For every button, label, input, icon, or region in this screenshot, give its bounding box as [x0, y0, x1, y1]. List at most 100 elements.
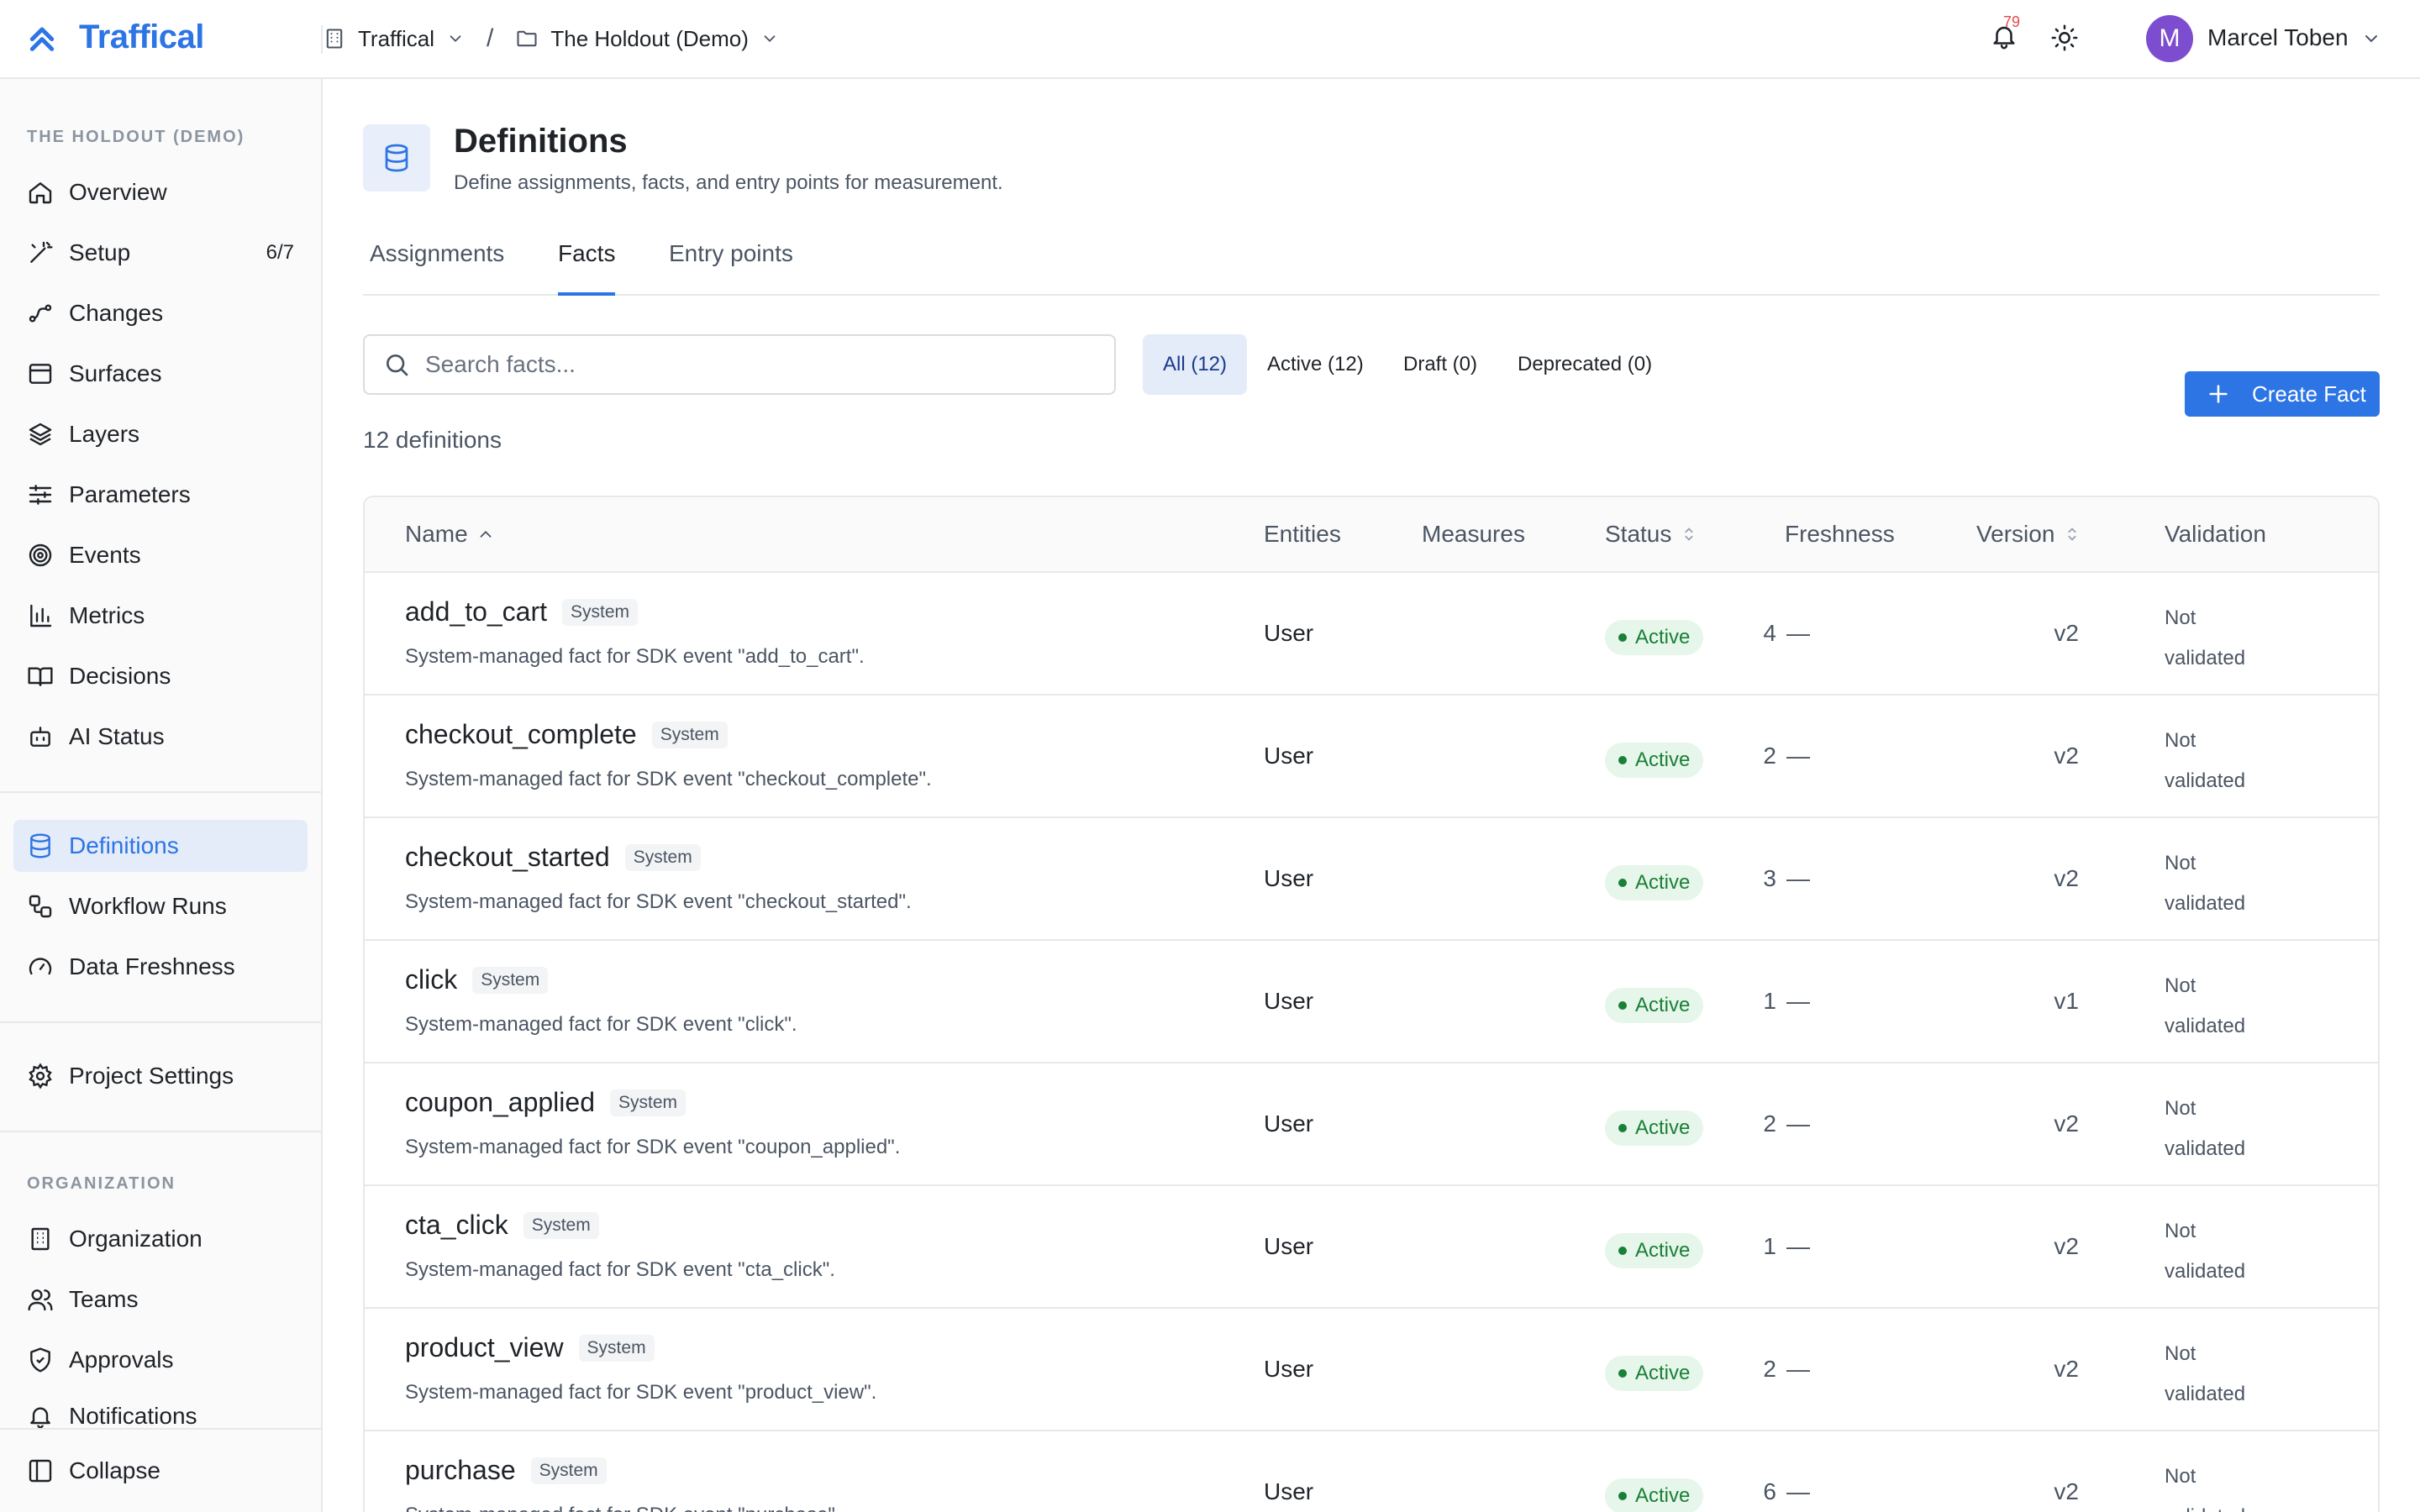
table-row[interactable]: checkout_started System System-managed f…: [365, 818, 2378, 941]
sidebar-item-ai-status[interactable]: AI Status: [13, 711, 308, 763]
chevron-down-icon[interactable]: [2361, 29, 2381, 49]
measures-cell: 1: [1763, 988, 1776, 1014]
theme-toggle-button[interactable]: [2050, 24, 2079, 52]
home-icon: [29, 182, 52, 204]
table-row[interactable]: add_to_cart System System-managed fact f…: [365, 573, 2378, 696]
status-badge: Active: [1605, 1356, 1704, 1391]
sidebar-item-decisions[interactable]: Decisions: [13, 650, 308, 702]
brand[interactable]: Traffical: [25, 18, 204, 56]
filter-draft[interactable]: Draft (0): [1383, 334, 1497, 395]
sidebar-item-definitions[interactable]: Definitions: [13, 820, 308, 872]
tab-entry-points[interactable]: Entry points: [669, 240, 793, 287]
status-badge: Active: [1605, 865, 1704, 900]
status-badge: Active: [1605, 988, 1704, 1023]
search-input[interactable]: [425, 351, 1081, 378]
sidebar-item-project-settings[interactable]: Project Settings: [13, 1050, 308, 1102]
search-box[interactable]: [363, 334, 1116, 395]
fact-name[interactable]: product_view: [405, 1332, 564, 1363]
workflow-icon: [29, 895, 52, 918]
status-label: Active: [1635, 871, 1691, 894]
validation-line: validated: [2165, 1260, 2246, 1283]
sort-ascending-icon: [480, 530, 492, 538]
validation-line: validated: [2165, 1137, 2246, 1160]
filter-active[interactable]: Active (12): [1247, 334, 1384, 395]
filter-all[interactable]: All (12): [1143, 334, 1248, 395]
sidebar-item-label: Setup: [69, 239, 131, 265]
column-header-validation: Validation: [2165, 521, 2266, 548]
brand-name: Traffical: [79, 18, 204, 55]
sidebar-section-label: ORGANIZATION: [27, 1174, 176, 1193]
table-row[interactable]: coupon_applied System System-managed fac…: [365, 1063, 2378, 1186]
status-label: Active: [1635, 1239, 1691, 1262]
sidebar-item-organization[interactable]: Organization: [13, 1213, 308, 1265]
column-header-name[interactable]: Name: [405, 521, 495, 548]
breadcrumb-org[interactable]: Traffical: [323, 26, 465, 52]
sidebar-item-workflow-runs[interactable]: Workflow Runs: [13, 880, 308, 932]
avatar[interactable]: M: [2146, 15, 2193, 62]
sidebar-item-setup[interactable]: Setup 6/7: [13, 227, 308, 279]
measures-cell: 2: [1763, 1356, 1776, 1382]
sidebar-item-events[interactable]: Events: [13, 529, 308, 581]
status-badge: Active: [1605, 743, 1704, 778]
column-label: Name: [405, 521, 468, 547]
column-header-measures: Measures: [1422, 521, 1525, 548]
fact-description: System-managed fact for SDK event "check…: [405, 890, 912, 913]
status-dot: [1618, 1247, 1627, 1255]
entities-cell: User: [1264, 620, 1314, 646]
sidebar-item-label: Decisions: [69, 663, 171, 689]
fact-name[interactable]: cta_click: [405, 1210, 508, 1241]
users-icon: [28, 1289, 53, 1311]
sidebar-item-changes[interactable]: Changes: [13, 287, 308, 339]
table-row[interactable]: product_view System System-managed fact …: [365, 1309, 2378, 1431]
filter-deprecated[interactable]: Deprecated (0): [1497, 334, 1672, 395]
measures-cell: 1: [1763, 1233, 1776, 1259]
status-badge: Active: [1605, 1110, 1704, 1146]
column-header-status[interactable]: Status: [1605, 521, 1698, 548]
collapse-button[interactable]: Collapse: [13, 1445, 308, 1497]
entities-cell: User: [1264, 1478, 1314, 1504]
sidebar-item-surfaces[interactable]: Surfaces: [13, 348, 308, 400]
table-row[interactable]: click System System-managed fact for SDK…: [365, 941, 2378, 1063]
sun-icon: [2051, 24, 2078, 51]
sidebar-item-layers[interactable]: Layers: [13, 408, 308, 460]
version-cell: v2: [2054, 1110, 2079, 1137]
fact-name[interactable]: click: [405, 964, 457, 995]
column-header-version[interactable]: Version: [1976, 521, 2081, 548]
sidebar-item-parameters[interactable]: Parameters: [13, 469, 308, 521]
sidebar-item-approvals[interactable]: Approvals: [13, 1334, 308, 1386]
breadcrumb-project[interactable]: The Holdout (Demo): [515, 26, 779, 52]
freshness-cell: —: [1786, 620, 1810, 646]
fact-name[interactable]: add_to_cart: [405, 596, 547, 627]
shield-check-icon: [30, 1347, 50, 1373]
sidebar-item-data-freshness[interactable]: Data Freshness: [13, 941, 308, 993]
table-row[interactable]: cta_click System System-managed fact for…: [365, 1186, 2378, 1309]
definitions-count: 12 definitions: [363, 427, 502, 453]
column-label: Validation: [2165, 521, 2266, 547]
top-bar: Traffical Traffical / The Holdout (Demo): [0, 0, 2420, 79]
user-name[interactable]: Marcel Toben: [2207, 24, 2349, 51]
fact-name[interactable]: checkout_complete: [405, 719, 637, 750]
tab-assignments[interactable]: Assignments: [370, 240, 504, 287]
page-icon: [363, 124, 430, 192]
sidebar-item-metrics[interactable]: Metrics: [13, 590, 308, 642]
fact-name[interactable]: purchase: [405, 1455, 516, 1486]
fact-name-cell: coupon_applied System: [405, 1087, 686, 1118]
status-badge: Active: [1605, 1233, 1704, 1268]
status-label: Active: [1635, 748, 1691, 771]
status-badge: Active: [1605, 620, 1704, 655]
validation-line: validated: [2165, 1383, 2246, 1405]
validation-line: validated: [2165, 1497, 2265, 1512]
table-row[interactable]: checkout_complete System System-managed …: [365, 696, 2378, 818]
table-row[interactable]: purchase System System-managed fact for …: [365, 1431, 2378, 1512]
breadcrumb-org-label: Traffical: [358, 25, 435, 51]
create-fact-button[interactable]: Create Fact: [2185, 371, 2380, 417]
sidebar-item-notifications[interactable]: Notifications: [13, 1394, 308, 1428]
divider: [0, 1021, 321, 1023]
fact-name[interactable]: checkout_started: [405, 842, 610, 873]
chevron-down-icon: [450, 35, 461, 43]
sidebar-item-overview[interactable]: Overview: [13, 166, 308, 218]
tab-facts[interactable]: Facts: [558, 240, 616, 296]
sidebar-item-teams[interactable]: Teams: [13, 1273, 308, 1326]
fact-description: System-managed fact for SDK event "click…: [405, 1013, 797, 1036]
fact-name[interactable]: coupon_applied: [405, 1087, 595, 1118]
